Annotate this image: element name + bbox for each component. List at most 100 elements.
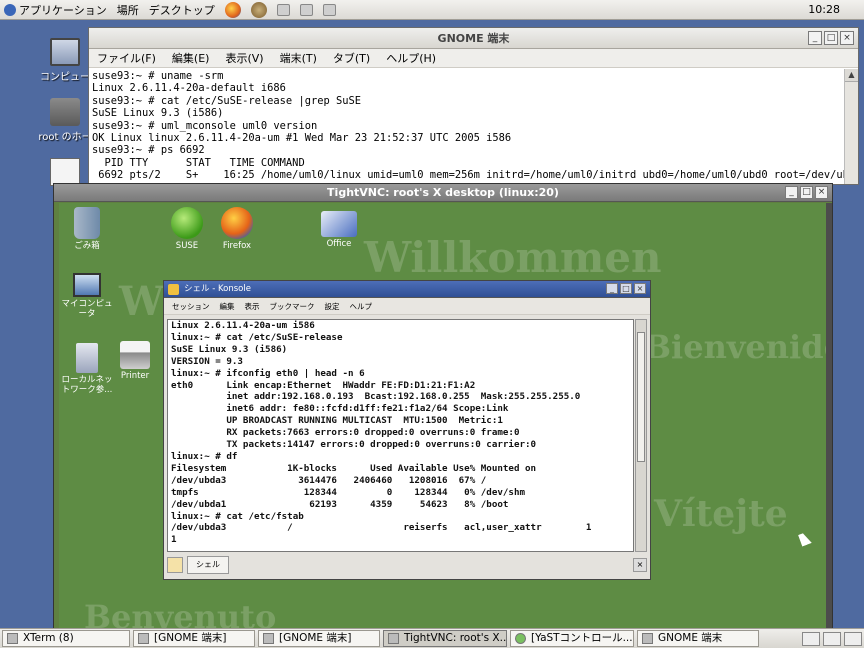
maximize-button[interactable]: □ — [620, 283, 632, 294]
maximize-button[interactable]: □ — [800, 186, 813, 199]
watermark-text: W — [119, 278, 164, 325]
computer-icon — [50, 38, 80, 66]
desktop-menu-label: デスクトップ — [148, 3, 215, 17]
konsole-window[interactable]: シェル - Konsole _ □ × セッション 編集 表示 ブックマーク 設… — [163, 280, 651, 580]
remote-icon-office[interactable]: Office — [311, 211, 367, 249]
bottom-taskbar: XTerm (8) [GNOME 端末] [GNOME 端末] TightVNC… — [0, 628, 864, 648]
remote-icon-label: ローカルネットワーク参... — [61, 375, 113, 395]
window-title: GNOME 端末 — [437, 32, 510, 45]
minimize-button[interactable]: _ — [808, 31, 822, 45]
taskbar-item-xterm[interactable]: XTerm (8) — [2, 630, 130, 647]
menu-edit[interactable]: 編集 — [220, 301, 235, 312]
editor-launcher-icon[interactable] — [322, 3, 336, 16]
desktop-icon-label: root のホー — [38, 132, 92, 143]
screenshot-launcher-icon[interactable] — [299, 3, 313, 16]
taskbar-item-tightvnc[interactable]: TightVNC: root's X... — [383, 630, 507, 647]
konsole-titlebar[interactable]: シェル - Konsole _ □ × — [164, 281, 650, 298]
gnome-foot-icon — [4, 3, 16, 16]
menu-edit[interactable]: 編集(E) — [172, 50, 210, 66]
remote-icon-printer[interactable]: Printer — [107, 341, 163, 381]
places-menu[interactable]: 場所 — [117, 2, 139, 18]
menu-view[interactable]: 表示(V) — [225, 50, 263, 66]
vnc-icon — [388, 633, 399, 644]
menu-help[interactable]: ヘルプ(H) — [386, 50, 436, 66]
terminal-icon — [642, 633, 653, 644]
scroll-thumb[interactable] — [637, 332, 645, 462]
remote-icon-label: Office — [326, 239, 352, 249]
remote-desktop[interactable]: Willkommen Bienvenido Vítejte Benvenuto … — [59, 203, 826, 628]
desktop-menu[interactable]: デスクトップ — [149, 2, 215, 18]
desktop-icon-label: コンピュー — [40, 72, 90, 83]
top-panel: アプリケーション 場所 デスクトップ 10:28 — [0, 0, 864, 20]
remote-icon-firefox[interactable]: Firefox — [209, 207, 265, 251]
remote-icon-label: SUSE — [175, 241, 199, 251]
workspace-2-icon[interactable] — [844, 631, 862, 646]
applications-menu-label: アプリケーション — [19, 3, 107, 17]
panel-clock[interactable]: 10:28 — [808, 3, 840, 16]
document-icon — [50, 158, 80, 186]
my-computer-icon — [73, 273, 101, 297]
menu-settings[interactable]: 設定 — [325, 301, 340, 312]
close-button[interactable]: × — [815, 186, 828, 199]
konsole-app-icon — [168, 284, 179, 295]
remote-icon-mypc[interactable]: マイコンピュータ — [59, 273, 115, 319]
window-title: シェル - Konsole — [184, 284, 251, 294]
konsole-tab-shell[interactable]: シェル — [187, 556, 229, 574]
mouse-pointer-icon — [798, 531, 812, 547]
terminal-launcher-icon[interactable] — [276, 3, 290, 16]
firefox-icon — [221, 207, 253, 239]
firefox-launcher-icon[interactable] — [224, 1, 241, 18]
menu-view[interactable]: 表示 — [245, 301, 260, 312]
konsole-menubar: セッション 編集 表示 ブックマーク 設定 ヘルプ — [164, 298, 650, 315]
menu-tabs[interactable]: タブ(T) — [333, 50, 370, 66]
taskbar-item-yast[interactable]: [YaSTコントロール... — [510, 630, 634, 647]
close-button[interactable]: × — [634, 283, 646, 294]
gnome-terminal-window[interactable]: GNOME 端末 _ □ × ファイル(F) 編集(E) 表示(V) 端末(T)… — [88, 27, 859, 185]
taskbar-item-label: TightVNC: root's X... — [404, 632, 507, 644]
home-folder-icon — [50, 98, 80, 126]
taskbar-item-label: [GNOME 端末] — [154, 632, 227, 644]
konsole-output[interactable]: Linux 2.6.11.4-20a-um i586 linux:~ # cat… — [167, 319, 634, 552]
close-button[interactable]: × — [840, 31, 854, 45]
konsole-scrollbar[interactable] — [635, 319, 647, 552]
workspace-1-icon[interactable] — [823, 631, 841, 646]
close-session-icon[interactable]: × — [633, 558, 647, 572]
menu-bookmarks[interactable]: ブックマーク — [270, 301, 315, 312]
scroll-up-icon[interactable]: ▲ — [845, 69, 858, 82]
remote-icon-label: Firefox — [222, 241, 252, 251]
places-menu-label: 場所 — [116, 3, 139, 17]
watermark-text: Bienvenido — [644, 328, 826, 366]
taskbar-item-gnome-terminal-3[interactable]: GNOME 端末 — [637, 630, 759, 647]
remote-icon-trash[interactable]: ごみ箱 — [59, 207, 115, 251]
taskbar-item-gnome-terminal-1[interactable]: [GNOME 端末] — [133, 630, 255, 647]
menu-file[interactable]: ファイル(F) — [97, 50, 156, 66]
tightvnc-window[interactable]: TightVNC: root's X desktop (linux:20) _ … — [53, 183, 833, 629]
menu-session[interactable]: セッション — [172, 301, 210, 312]
help-launcher-icon[interactable] — [250, 1, 267, 18]
watermark-text: Benvenuto — [84, 598, 277, 628]
maximize-button[interactable]: □ — [824, 31, 838, 45]
workspace-switcher-icon[interactable] — [802, 631, 820, 646]
system-tray — [802, 631, 862, 646]
applications-menu[interactable]: アプリケーション — [4, 2, 107, 18]
taskbar-item-gnome-terminal-2[interactable]: [GNOME 端末] — [258, 630, 380, 647]
trash-icon — [74, 207, 100, 239]
minimize-button[interactable]: _ — [785, 186, 798, 199]
remote-icon-suse[interactable]: SUSE — [159, 207, 215, 251]
suse-icon — [171, 207, 203, 239]
remote-icon-label: マイコンピュータ — [61, 299, 113, 319]
network-icon — [76, 343, 98, 373]
new-session-icon[interactable] — [167, 557, 183, 573]
terminal-output[interactable]: suse93:~ # uname -srm Linux 2.6.11.4-20a… — [89, 68, 858, 184]
remote-icon-label: ごみ箱 — [74, 241, 100, 251]
terminal-icon — [263, 633, 274, 644]
taskbar-item-label: GNOME 端末 — [658, 632, 723, 644]
menu-help[interactable]: ヘルプ — [350, 301, 373, 312]
yast-icon — [515, 633, 526, 644]
watermark-text: Willkommen — [364, 233, 662, 282]
tightvnc-titlebar[interactable]: TightVNC: root's X desktop (linux:20) _ … — [54, 184, 832, 202]
terminal-scrollbar[interactable]: ▲ — [844, 69, 858, 184]
minimize-button[interactable]: _ — [606, 283, 618, 294]
menu-terminal[interactable]: 端末(T) — [280, 50, 317, 66]
gnome-terminal-titlebar[interactable]: GNOME 端末 _ □ × — [89, 28, 858, 49]
